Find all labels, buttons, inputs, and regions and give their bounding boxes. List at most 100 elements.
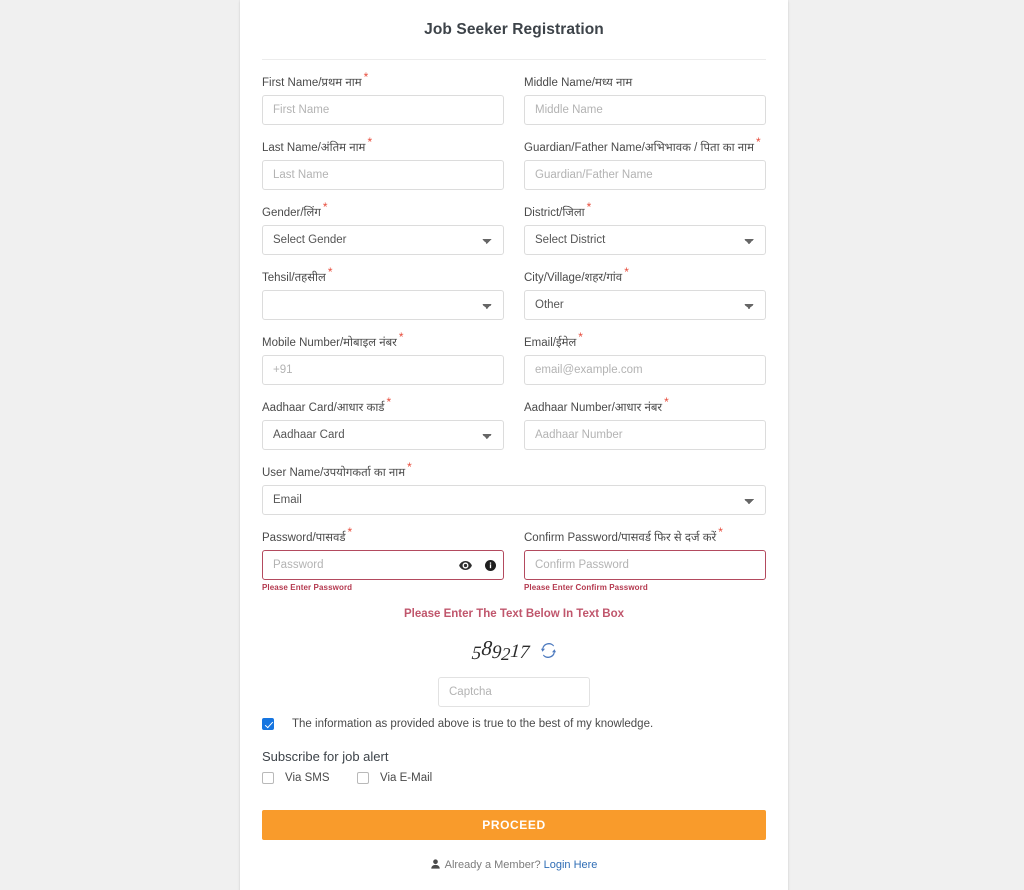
captcha-image: 589217 bbox=[470, 636, 530, 664]
password-input-wrapper bbox=[262, 550, 504, 580]
field-guardian-name: Guardian/Father Name/अभिभावक / पिता का न… bbox=[524, 135, 766, 190]
gender-label: Gender/लिंग * bbox=[262, 200, 328, 219]
field-user-name: User Name/उपयोगकर्ता का नाम * Email bbox=[262, 460, 766, 515]
password-error: Please Enter Password bbox=[262, 583, 353, 592]
mobile-label: Mobile Number/मोबाइल नंबर * bbox=[262, 330, 404, 349]
field-first-name: First Name/प्रथम नाम * bbox=[262, 70, 504, 125]
required-marker: * bbox=[386, 395, 392, 410]
required-marker: * bbox=[664, 395, 669, 410]
user-name-label: User Name/उपयोगकर्ता का नाम * bbox=[262, 460, 412, 479]
field-city-village: City/Village/शहर/गांव * Other bbox=[524, 265, 766, 320]
captcha-digit: 2 bbox=[500, 643, 511, 664]
required-marker: * bbox=[347, 525, 353, 540]
aadhaar-card-label: Aadhaar Card/आधार कार्ड * bbox=[262, 395, 392, 414]
consent-label: The information as provided above is tru… bbox=[292, 718, 654, 730]
subscribe-title: Subscribe for job alert bbox=[262, 749, 389, 764]
captcha-heading: Please Enter The Text Below In Text Box bbox=[403, 608, 625, 620]
required-marker: * bbox=[363, 70, 369, 85]
form-row-passwords: Password/पासवर्ड* Please Enter Pass bbox=[262, 525, 766, 593]
aadhaar-card-select[interactable]: Aadhaar Card bbox=[262, 420, 504, 450]
captcha-display-row: 589217 bbox=[262, 636, 766, 664]
field-last-name: Last Name/अंतिम नाम * bbox=[262, 135, 504, 190]
form-row-lastname-guardian: Last Name/अंतिम नाम* Guardian/Father Nam… bbox=[262, 135, 766, 190]
captcha-input[interactable] bbox=[438, 677, 590, 707]
consent-row: The information as provided above is tru… bbox=[262, 718, 766, 730]
registration-form: First Name/प्रथम नाम* Middle Name/मध्य न… bbox=[240, 70, 788, 890]
login-here-link[interactable]: Login Here bbox=[544, 859, 598, 871]
city-village-label: City/Village/शहर/गांव * bbox=[524, 265, 629, 284]
form-row-username: User Name/उपयोगकर्ता का नाम * Email bbox=[262, 460, 766, 515]
field-email: Email/ईमेल * bbox=[524, 330, 766, 385]
first-name-label: First Name/प्रथम नाम * bbox=[262, 70, 369, 89]
captcha-digit: 7 bbox=[518, 641, 530, 663]
form-row-mobile-email: Mobile Number/मोबाइल नंबर* Email/ईमेल* bbox=[262, 330, 766, 385]
field-district: District/जिला * Select District bbox=[524, 200, 766, 255]
via-email-checkbox[interactable] bbox=[357, 772, 369, 784]
field-gender: Gender/लिंग * Select Gender bbox=[262, 200, 504, 255]
field-confirm-password: Confirm Password/पासवर्ड फिर से दर्ज करे… bbox=[524, 525, 766, 593]
title-divider bbox=[262, 59, 766, 60]
gender-select[interactable]: Select Gender bbox=[262, 225, 504, 255]
captcha-digit: 5 bbox=[470, 642, 482, 664]
required-marker: * bbox=[586, 200, 592, 215]
password-adornments bbox=[459, 550, 496, 580]
required-marker: * bbox=[367, 135, 373, 150]
page-background: Job Seeker Registration First Name/प्रथम… bbox=[0, 0, 1024, 890]
confirm-password-error: Please Enter Confirm Password bbox=[524, 583, 648, 592]
via-sms-checkbox[interactable] bbox=[262, 772, 274, 784]
required-marker: * bbox=[624, 265, 629, 280]
field-mobile: Mobile Number/मोबाइल नंबर * bbox=[262, 330, 504, 385]
user-name-select[interactable]: Email bbox=[262, 485, 766, 515]
confirm-password-input[interactable] bbox=[524, 550, 766, 580]
last-name-input[interactable] bbox=[262, 160, 504, 190]
via-email-label: Via E-Mail bbox=[380, 772, 433, 784]
required-marker: * bbox=[718, 525, 723, 540]
field-password: Password/पासवर्ड* Please Enter Pass bbox=[262, 525, 504, 593]
district-label: District/जिला * bbox=[524, 200, 592, 219]
captcha-digit: 9 bbox=[490, 641, 502, 663]
first-name-input[interactable] bbox=[262, 95, 504, 125]
email-input[interactable] bbox=[524, 355, 766, 385]
form-row-tehsil-city: Tehsil/तहसील * City/Village/शहर/गांव * Oth… bbox=[262, 265, 766, 320]
mobile-input[interactable] bbox=[262, 355, 504, 385]
middle-name-input[interactable] bbox=[524, 95, 766, 125]
required-marker: * bbox=[756, 135, 761, 150]
middle-name-label: Middle Name/मध्य नाम bbox=[524, 77, 633, 89]
tehsil-select[interactable] bbox=[262, 290, 504, 320]
captcha-input-wrapper bbox=[262, 677, 766, 707]
tehsil-label: Tehsil/तहसील * bbox=[262, 265, 333, 284]
required-marker: * bbox=[407, 460, 412, 475]
form-row-names: First Name/प्रथम नाम* Middle Name/मध्य न… bbox=[262, 70, 766, 125]
district-select[interactable]: Select District bbox=[524, 225, 766, 255]
aadhaar-number-label: Aadhaar Number/आधार नंबर * bbox=[524, 395, 669, 414]
aadhaar-number-input[interactable] bbox=[524, 420, 766, 450]
field-middle-name: Middle Name/मध्य नाम bbox=[524, 76, 766, 125]
subscribe-option-sms: Via SMS bbox=[262, 772, 357, 784]
guardian-name-label: Guardian/Father Name/अभिभावक / पिता का न… bbox=[524, 135, 761, 154]
member-text: Already a Member? bbox=[444, 859, 541, 871]
confirm-password-label: Confirm Password/पासवर्ड फिर से दर्ज करे… bbox=[524, 525, 723, 544]
last-name-label: Last Name/अंतिम नाम * bbox=[262, 135, 373, 154]
login-footer: Already a Member? Login Here bbox=[262, 859, 766, 890]
field-aadhaar-number: Aadhaar Number/आधार नंबर * bbox=[524, 395, 766, 450]
password-label: Password/पासवर्ड * bbox=[262, 525, 353, 544]
form-row-gender-district: Gender/लिंग * Select Gender District/जिला… bbox=[262, 200, 766, 255]
info-icon[interactable] bbox=[485, 559, 496, 571]
field-tehsil: Tehsil/तहसील * bbox=[262, 265, 504, 320]
consent-checkbox[interactable] bbox=[262, 718, 274, 730]
subscribe-options: Via SMS Via E-Mail bbox=[262, 772, 766, 784]
guardian-name-input[interactable] bbox=[524, 160, 766, 190]
via-sms-label: Via SMS bbox=[285, 772, 330, 784]
refresh-icon[interactable] bbox=[541, 642, 557, 658]
city-village-select[interactable]: Other bbox=[524, 290, 766, 320]
registration-card: Job Seeker Registration First Name/प्रथम… bbox=[240, 0, 788, 890]
email-label: Email/ईमेल * bbox=[524, 330, 583, 349]
required-marker: * bbox=[322, 200, 328, 215]
form-row-aadhaar: Aadhaar Card/आधार कार्ड * Aadhaar Card Aa… bbox=[262, 395, 766, 450]
proceed-button[interactable]: PROCEED bbox=[262, 810, 766, 840]
user-icon bbox=[430, 859, 443, 872]
page-title: Job Seeker Registration bbox=[424, 21, 604, 38]
subscribe-option-email: Via E-Mail bbox=[357, 772, 432, 784]
required-marker: * bbox=[578, 330, 583, 345]
eye-icon[interactable] bbox=[459, 560, 472, 570]
